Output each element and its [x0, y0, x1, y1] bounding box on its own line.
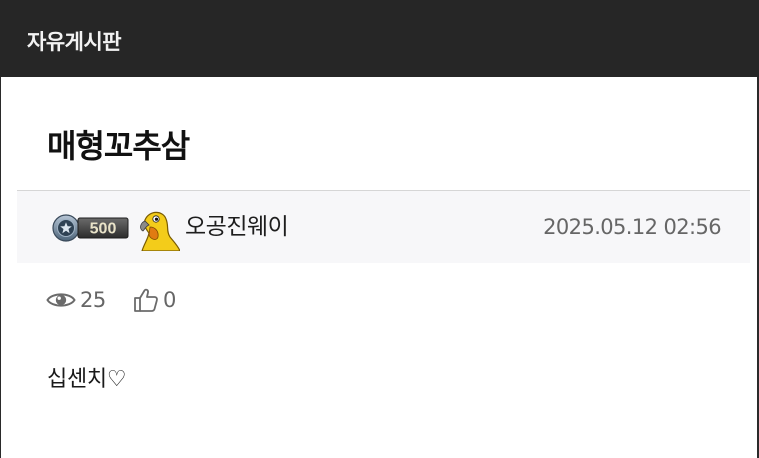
top-bar: 자유게시판	[0, 0, 759, 77]
level-badge-icon: 500	[52, 214, 129, 242]
level-badge: 500	[50, 213, 130, 243]
level-badge-number: 500	[90, 221, 117, 238]
post-date: 2025.05.12 02:56	[543, 215, 721, 239]
thumbs-up-icon[interactable]	[133, 287, 159, 313]
eye-icon	[46, 293, 76, 307]
post-body: 십센치♡	[47, 367, 127, 392]
like-count[interactable]: 0	[133, 286, 176, 314]
parrot-avatar-icon	[140, 211, 181, 252]
frame-left-border	[0, 77, 1, 458]
post-title: 매형꼬추삼	[47, 127, 190, 165]
like-count-value: 0	[163, 288, 176, 312]
author-avatar[interactable]	[136, 207, 181, 252]
view-count: 25	[46, 286, 106, 314]
author-name[interactable]: 오공진웨이	[185, 211, 289, 243]
view-count-value: 25	[80, 288, 106, 312]
board-title[interactable]: 자유게시판	[27, 27, 122, 57]
